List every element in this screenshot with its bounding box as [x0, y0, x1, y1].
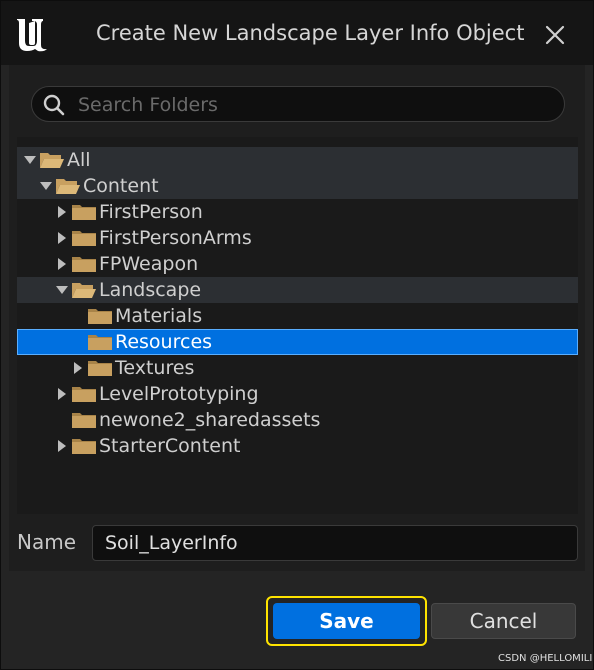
tree-item-label: Landscape [99, 279, 202, 301]
tree-item-fpweapon[interactable]: FPWeapon [17, 251, 578, 277]
expand-arrow-down-icon[interactable] [39, 179, 53, 193]
expand-arrow-down-icon[interactable] [23, 153, 37, 167]
watermark: CSDN @HELLOMILI [498, 653, 593, 664]
expand-arrow-right-icon[interactable] [55, 205, 69, 219]
close-button[interactable] [539, 19, 571, 51]
close-icon [545, 25, 565, 45]
folder-open-icon [72, 283, 96, 298]
tree-item-materials[interactable]: Materials [17, 303, 578, 329]
search-icon [43, 94, 65, 116]
tree-item-startercontent[interactable]: StarterContent [17, 433, 578, 459]
name-input[interactable] [92, 525, 578, 561]
dialog-window: Create New Landscape Layer Info Object A… [0, 0, 594, 670]
tree-item-levelprototyping[interactable]: LevelPrototyping [17, 381, 578, 407]
expand-arrow-down-icon[interactable] [55, 283, 69, 297]
expand-arrow-right-icon[interactable] [55, 257, 69, 271]
expand-arrow-right-icon[interactable] [55, 387, 69, 401]
tree-item-landscape[interactable]: Landscape [17, 277, 578, 303]
expand-arrow-right-icon[interactable] [55, 231, 69, 245]
tree-item-textures[interactable]: Textures [17, 355, 578, 381]
folder-icon [72, 257, 96, 272]
folder-icon [72, 231, 96, 246]
tree-item-label: Textures [115, 357, 195, 379]
save-button[interactable]: Save [273, 603, 420, 639]
unreal-engine-logo-icon [17, 19, 47, 52]
tree-item-newone2_sharedassets[interactable]: newone2_sharedassets [17, 407, 578, 433]
tree-item-resources[interactable]: Resources [17, 329, 578, 355]
title-bar: Create New Landscape Layer Info Object [1, 1, 593, 65]
tree-item-label: All [67, 149, 91, 171]
folder-icon [72, 439, 96, 454]
search-box[interactable] [31, 86, 565, 123]
folder-icon [72, 413, 96, 428]
folder-icon [88, 335, 112, 350]
tree-item-content[interactable]: Content [17, 173, 578, 199]
folder-icon [88, 309, 112, 324]
name-label: Name [17, 530, 77, 554]
tree-item-label: LevelPrototyping [99, 383, 259, 405]
folder-icon [72, 387, 96, 402]
cancel-button[interactable]: Cancel [431, 603, 576, 639]
folder-open-icon [56, 179, 80, 194]
tree-item-label: Materials [115, 305, 203, 327]
tree-item-label: FirstPersonArms [99, 227, 252, 249]
tree-item-label: FPWeapon [99, 253, 199, 275]
expand-arrow-right-icon[interactable] [55, 439, 69, 453]
tree-item-label: Resources [115, 331, 213, 353]
folder-tree[interactable]: All Content FirstPerson FirstPersonArms FPWe… [17, 137, 578, 514]
folder-icon [72, 205, 96, 220]
search-input[interactable] [76, 87, 550, 123]
tree-item-all[interactable]: All [17, 147, 578, 173]
tree-item-label: StarterContent [99, 435, 241, 457]
tree-item-label: newone2_sharedassets [99, 409, 321, 431]
tree-item-label: FirstPerson [99, 201, 203, 223]
folder-icon [88, 361, 112, 376]
tree-item-firstpersonarms[interactable]: FirstPersonArms [17, 225, 578, 251]
tree-item-firstperson[interactable]: FirstPerson [17, 199, 578, 225]
expand-arrow-right-icon[interactable] [71, 361, 85, 375]
folder-open-icon [40, 153, 64, 168]
dialog-title: Create New Landscape Layer Info Object [96, 21, 525, 45]
tree-item-label: Content [83, 175, 159, 197]
